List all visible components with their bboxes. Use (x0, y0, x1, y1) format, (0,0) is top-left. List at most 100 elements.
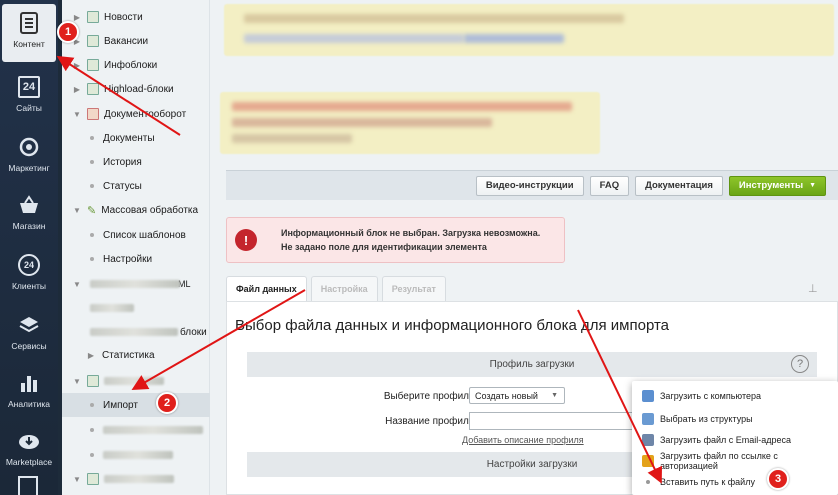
menu-item-insert-path[interactable]: Вставить путь к файлу (632, 472, 838, 492)
main-rail: Контент 24 Сайты Маркетинг Магазин 24 Кл… (0, 0, 58, 495)
tree-item-history[interactable]: История (62, 150, 210, 174)
alert-text: Информационный блок не выбран. Загрузка … (281, 226, 540, 254)
tree-item-blurred-2[interactable] (62, 296, 210, 320)
tree-item-blurred-5[interactable] (62, 418, 210, 442)
tab-result[interactable]: Результат (381, 276, 446, 301)
blurred-banner-2 (220, 92, 600, 154)
bullet-icon (90, 136, 94, 140)
profile-section-header: Профиль загрузки ? (247, 352, 817, 377)
rail-item-services[interactable]: Сервисы (2, 306, 56, 364)
toolbar: Видео-инструкции FAQ Документация Инстру… (226, 170, 838, 200)
content-tree: ▶ Новости ▶ Вакансии ▶ Инфоблоки ▶ Highl… (62, 0, 210, 495)
tree-item-blurred-3[interactable]: блоки (62, 320, 210, 344)
tree-item-mass-processing[interactable]: ▼ ✎ Массовая обработка (62, 198, 210, 222)
file-source-menu: Загрузить с компьютера Выбрать из структ… (632, 381, 838, 495)
rail-item-content[interactable]: Контент (2, 4, 56, 62)
tree-item-workflow[interactable]: ▼ Документооборот (62, 102, 210, 126)
tree-item-label: Массовая обработка (101, 204, 199, 216)
tree-item-blurred-1[interactable]: ▼ ML (62, 272, 210, 296)
tree-item-statistics[interactable]: ▶ Статистика (62, 343, 210, 367)
workflow-icon (87, 108, 99, 120)
tree-item-label: Highload-блоки (104, 83, 174, 95)
computer-icon (642, 390, 654, 402)
profile-name-input[interactable] (469, 412, 639, 430)
tree-item-label: Вакансии (104, 35, 149, 47)
chevron-right-icon[interactable]: ▶ (72, 61, 82, 70)
bullet-icon (90, 403, 94, 407)
menu-item-choose-structure[interactable]: Выбрать из структуры (632, 409, 838, 429)
add-description-link[interactable]: Добавить описание профиля (462, 435, 584, 445)
tree-item-label: Документооборот (104, 108, 187, 120)
help-icon[interactable]: ? (791, 355, 809, 373)
chevron-down-icon[interactable]: ▼ (72, 280, 82, 289)
section-title: Настройки загрузки (486, 459, 578, 470)
rail-item-analytics[interactable]: Аналитика (2, 364, 56, 422)
layers-icon (18, 314, 40, 336)
tree-item-highload[interactable]: ▶ Highload-блоки (62, 77, 210, 101)
rail-item-marketing[interactable]: Маркетинг (2, 128, 56, 186)
tree-item-iblocks[interactable]: ▶ Инфоблоки (62, 53, 210, 77)
tree-item-blurred-6[interactable] (62, 443, 210, 467)
folder-icon (87, 11, 99, 23)
tree-item-blurred-7[interactable]: ▼ (62, 467, 210, 491)
tree-item-label: Новости (104, 11, 143, 23)
chevron-right-icon[interactable]: ▶ (86, 351, 96, 360)
tree-item-label: Настройки (103, 253, 153, 265)
error-alert: ! Информационный блок не выбран. Загрузк… (226, 217, 565, 263)
chevron-down-icon[interactable]: ▼ (72, 110, 82, 119)
tree-item-templates[interactable]: Список шаблонов (62, 223, 210, 247)
step-badge-3: 3 (767, 468, 789, 490)
alert-line-2: Не задано поле для идентификации элемент… (281, 242, 487, 252)
lock-icon (642, 455, 654, 467)
menu-item-upload-link-auth[interactable]: Загрузить файл по ссылке с авторизацией (632, 451, 838, 471)
chevron-right-icon[interactable]: ▶ (72, 13, 82, 22)
chevron-down-icon[interactable]: ▼ (72, 377, 82, 386)
email-icon (642, 434, 654, 446)
tree-item-documents[interactable]: Документы (62, 126, 210, 150)
faq-button[interactable]: FAQ (589, 175, 630, 196)
rail-item-shop[interactable]: Магазин (2, 186, 56, 244)
bullet-icon (90, 184, 94, 188)
chevron-right-icon[interactable]: ▶ (72, 85, 82, 94)
rail-label: Marketplace (5, 457, 53, 467)
chevron-down-icon: ▼ (809, 182, 816, 189)
tree-item-settings[interactable]: Настройки (62, 247, 210, 271)
folder-icon (87, 35, 99, 47)
profile-select[interactable]: Создать новый ▼ (469, 387, 565, 404)
bar-chart-icon (18, 372, 40, 394)
folder-icon (87, 473, 99, 485)
folder-icon (87, 375, 99, 387)
rail-label: Магазин (12, 221, 46, 231)
tree-item-vacancies[interactable]: ▶ Вакансии (62, 29, 210, 53)
bullet-icon (646, 480, 650, 484)
bullet-icon (90, 453, 94, 457)
menu-item-upload-email[interactable]: Загрузить файл с Email-адреса (632, 430, 838, 450)
rail-item-sites[interactable]: 24 Сайты (2, 68, 56, 126)
chevron-down-icon[interactable]: ▼ (72, 475, 82, 484)
documentation-button[interactable]: Документация (635, 175, 723, 196)
video-instructions-button[interactable]: Видео-инструкции (475, 175, 584, 196)
tab-settings[interactable]: Настройка (310, 276, 378, 301)
chevron-down-icon[interactable]: ▼ (72, 206, 82, 215)
alert-line-1: Информационный блок не выбран. Загрузка … (281, 228, 541, 238)
rail-item-clients[interactable]: 24 Клиенты (2, 246, 56, 304)
edit-icon[interactable] (18, 476, 38, 495)
tree-item-blurred-4[interactable]: ▼ (62, 369, 210, 393)
profile-name-label: Название профиля: (385, 416, 477, 427)
structure-icon (642, 413, 654, 425)
tree-item-import[interactable]: Импорт (62, 393, 210, 417)
pin-icon[interactable]: ⊥ (808, 282, 818, 295)
tab-data-file[interactable]: Файл данных (226, 276, 307, 301)
cloud-download-icon (18, 430, 40, 452)
tree-fragment: блоки (180, 326, 207, 338)
tree-item-news[interactable]: ▶ Новости (62, 5, 210, 29)
tree-item-statuses[interactable]: Статусы (62, 174, 210, 198)
rail-item-marketplace[interactable]: Marketplace (2, 422, 56, 480)
blurred-label (90, 304, 134, 312)
menu-item-upload-computer[interactable]: Загрузить с компьютера (632, 386, 838, 406)
rail-label: Аналитика (7, 399, 51, 409)
tools-button[interactable]: Инструменты ▼ (728, 175, 826, 196)
step-badge-2: 2 (156, 392, 178, 414)
tree-item-label: История (103, 156, 142, 168)
menu-item-label: Загрузить файл по ссылке с авторизацией (659, 451, 778, 471)
